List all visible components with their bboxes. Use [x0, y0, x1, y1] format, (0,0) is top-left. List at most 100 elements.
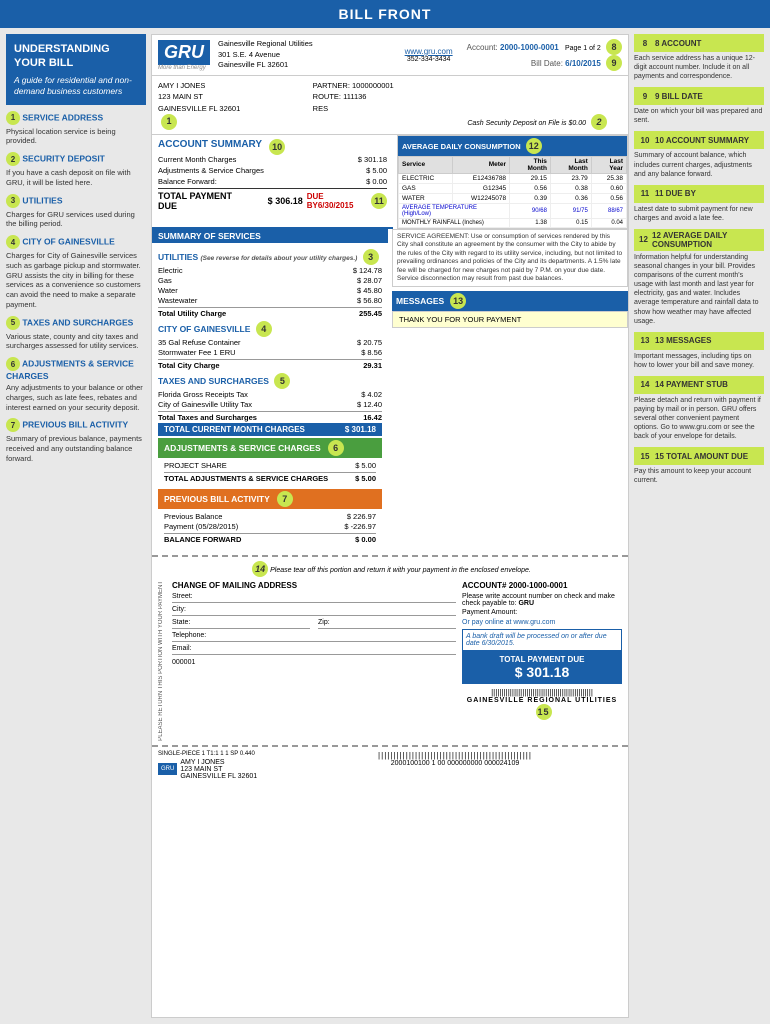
stormwater-row: Stormwater Fee 1 ERU $8.56	[158, 348, 382, 357]
taxes-title: TAXES AND SURCHARGES 5	[158, 373, 382, 389]
badge-2: 2	[6, 152, 20, 166]
services-col: SUMMARY OF SERVICES UTILITIES (See rever…	[152, 229, 388, 551]
state-zip-row: State: Zip:	[172, 619, 456, 632]
sidebar-item-6-title: 6 ADJUSTMENTS & SERVICE CHARGES	[6, 357, 146, 381]
adjustments-content: PROJECT SHARE $5.00 TOTAL ADJUSTMENTS & …	[158, 458, 382, 487]
badge-4: 4	[256, 321, 272, 337]
payment-amount-label: Payment Amount:	[462, 609, 622, 616]
customer-address: AMY I JONES 123 MAIN ST GAINESVILLE FL 3…	[158, 80, 313, 130]
wastewater-row: Wastewater $56.80	[158, 296, 382, 305]
sidebar-item-1-text: Physical location service is being provi…	[6, 127, 146, 147]
gru-tagline: More than Energy	[158, 65, 206, 71]
sidebar-item-4: 4 CITY OF GAINESVILLE Charges for City o…	[6, 235, 146, 310]
consumption-header-row: Service Meter This Month Last Month Last…	[399, 156, 627, 173]
bottom-barcode: ||||||||||||||||||||||||||||||||||||||||…	[288, 751, 622, 780]
col-last-year: Last Year	[591, 156, 626, 173]
right-item-15-title: 15 15 TOTAL AMOUNT DUE	[634, 447, 764, 465]
consumption-header: AVERAGE DAILY CONSUMPTION 12	[398, 136, 627, 156]
utilities-content: UTILITIES (See reverse for details about…	[152, 243, 388, 551]
mailing-return-address: SINGLE-PIECE 1 T1:1 1 1 SP 0.440 GRU AMY…	[158, 751, 278, 780]
summary-services-header: SUMMARY OF SERVICES	[152, 229, 388, 243]
badge-14-right: 14	[638, 378, 652, 392]
customer-city: GAINESVILLE FL 32601	[158, 103, 313, 114]
badge-1: 1	[6, 111, 20, 125]
badge-7: 7	[277, 491, 293, 507]
summary-row-adjustments: Adjustments & Service Charges $ 5.00	[158, 166, 387, 175]
badge-6: 6	[328, 440, 344, 456]
col-this-month: This Month	[510, 156, 551, 173]
badge-9-right: 9	[638, 89, 652, 103]
mailing-area: SINGLE-PIECE 1 T1:1 1 1 SP 0.440 GRU AMY…	[152, 745, 628, 784]
zip-field: Zip:	[318, 619, 456, 629]
gru-logo: GRU More than Energy	[158, 40, 210, 71]
customer-info: AMY I JONES 123 MAIN ST GAINESVILLE FL 3…	[152, 76, 628, 135]
telephone-field: Telephone:	[172, 632, 456, 642]
gru-header: GRU More than Energy Gainesville Regiona…	[152, 35, 628, 76]
city-field: City:	[172, 606, 456, 616]
right-item-10-text: Summary of account balance, which includ…	[634, 151, 764, 178]
bill-front-title: BILL FRONT	[339, 6, 432, 22]
badge-2-inline: 2	[591, 114, 607, 130]
refuse-row: 35 Gal Refuse Container $20.75	[158, 338, 382, 347]
return-address-text: AMY I JONES 123 MAIN ST GAINESVILLE FL 3…	[180, 759, 257, 780]
badge-15: 15	[536, 704, 552, 720]
summary-row-current: Current Month Charges $ 301.18	[158, 155, 387, 164]
badge-8: 8	[606, 39, 622, 55]
customer-street: 123 MAIN ST	[158, 91, 313, 102]
adjustments-total-row: TOTAL ADJUSTMENTS & SERVICE CHARGES $ 5.…	[164, 472, 376, 483]
bill-date: 6/10/2015	[565, 59, 601, 68]
bill-front-header: BILL FRONT	[0, 0, 770, 28]
sidebar-item-3-title: 3 UTILITIES	[6, 194, 146, 208]
stub-instructions: 14 Please tear off this portion and retu…	[158, 561, 622, 577]
badge-10: 10	[269, 139, 285, 155]
gru-logo-text: GRU	[158, 40, 210, 65]
or-pay-online: Or pay online at www.gru.com	[462, 619, 622, 626]
electric-row: Electric $124.78	[158, 266, 382, 275]
sidebar-item-5-title: 5 TAXES AND SURCHARGES	[6, 316, 146, 330]
sidebar-item-2: 2 SECURITY DEPOSIT If you have a cash de…	[6, 152, 146, 188]
right-item-9-title: 9 9 BILL DATE	[634, 87, 764, 105]
left-sidebar: UNDERSTANDING YOUR BILL A guide for resi…	[6, 34, 146, 1018]
partner-row: PARTNER: 1000000001	[313, 80, 468, 91]
consumption-table: Service Meter This Month Last Month Last…	[398, 156, 627, 228]
customer-route: PARTNER: 1000000001 ROUTE: 111136 RES	[313, 80, 468, 130]
badge-13-right: 13	[638, 334, 652, 348]
water-row: Water $45.80	[158, 286, 382, 295]
sidebar-item-2-title: 2 SECURITY DEPOSIT	[6, 152, 146, 166]
prev-balance-row: Previous Balance $226.97	[164, 512, 376, 521]
right-item-8-title: 8 8 ACCOUNT	[634, 34, 764, 52]
street-field: Street:	[172, 593, 456, 603]
col-meter: Meter	[452, 156, 510, 173]
right-col: SERVICE AGREEMENT: Use or consumption of…	[392, 229, 628, 551]
sidebar-item-3-text: Charges for GRU services used during the…	[6, 210, 146, 230]
right-item-11-text: Latest date to submit payment for new ch…	[634, 205, 764, 223]
badge-12: 12	[526, 138, 542, 154]
badge-10-right: 10	[638, 133, 652, 147]
badge-8-right: 8	[638, 36, 652, 50]
service-agreement: SERVICE AGREEMENT: Use or consumption of…	[392, 229, 628, 288]
utilities-total-row: Total Utility Charge 255.45	[158, 307, 382, 318]
prev-activity-content: Previous Balance $226.97 Payment (05/28/…	[158, 509, 382, 548]
gru-address: Gainesville Regional Utilities 301 S.E. …	[218, 39, 391, 71]
sidebar-item-7-title: 7 PREVIOUS BILL ACTIVITY	[6, 418, 146, 432]
summary-row-total: TOTAL PAYMENT DUE $ 306.18 DUE BY6/30/20…	[158, 188, 387, 211]
return-number: 000001	[172, 659, 456, 666]
balance-forward-row: BALANCE FORWARD $ 0.00	[164, 533, 376, 544]
badge-11-right: 11	[638, 187, 652, 201]
payment-info: ACCOUNT# 2000-1000-0001 Please write acc…	[462, 581, 622, 741]
messages-block: MESSAGES 13 THANK YOU FOR YOUR PAYMENT	[392, 291, 628, 328]
gru-website: www.gru.com	[405, 47, 453, 56]
right-item-11: 11 11 DUE BY Latest date to submit payme…	[634, 185, 764, 223]
state-field: State:	[172, 619, 310, 629]
gru-phone: 352-334-3434	[397, 56, 461, 63]
utilities-title: UTILITIES (See reverse for details about…	[158, 249, 382, 265]
summary-row-balance: Balance Forward: $ 0.00	[158, 177, 387, 186]
right-item-9: 9 9 BILL DATE Date on which your bill wa…	[634, 87, 764, 125]
route-row: ROUTE: 111136	[313, 91, 468, 102]
badge-11: 11	[371, 193, 387, 209]
badge-6: 6	[6, 357, 20, 371]
badge-12-right: 12	[638, 233, 649, 247]
bill-date-label: Bill Date:	[531, 59, 563, 68]
sidebar-item-4-title: 4 CITY OF GAINESVILLE	[6, 235, 146, 249]
sidebar-item-1-title: 1 SERVICE ADDRESS	[6, 111, 146, 125]
